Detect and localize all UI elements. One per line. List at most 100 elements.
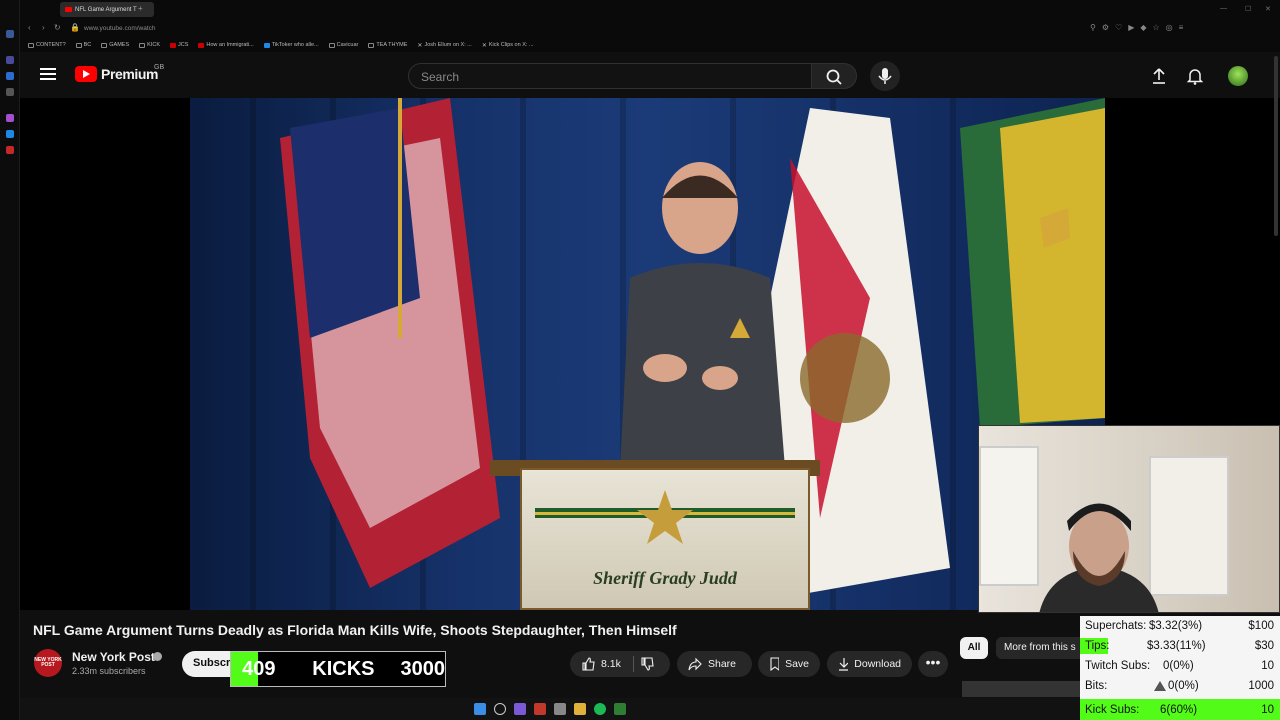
bookmark-item[interactable]: TikToker who alle...	[263, 42, 319, 48]
extension-icons[interactable]: ⚲⚙♡▶◆☆◎≡	[1090, 23, 1189, 32]
like-count[interactable]: 8.1k	[601, 658, 621, 670]
bookmark-item[interactable]: Cavicuar	[328, 42, 358, 48]
new-tab-icon[interactable]: +	[138, 4, 143, 13]
kicks-label: KICKS	[312, 657, 375, 680]
save-button[interactable]: Save	[758, 651, 820, 677]
thumbs-up-icon[interactable]	[581, 657, 595, 671]
search-input[interactable]: Search	[408, 63, 812, 89]
window	[979, 446, 1039, 586]
os-taskbar	[20, 698, 1080, 720]
reload-icon[interactable]: ↻	[54, 23, 61, 32]
microphone-icon	[878, 68, 892, 84]
create-upload-icon[interactable]	[1150, 67, 1168, 90]
folder-icon	[328, 42, 335, 48]
address-bar[interactable]: ‹ › ↻ 🔒 www.youtube.com/watch ⚲⚙♡▶◆☆◎≡	[20, 19, 1280, 38]
sidebar-app-icon[interactable]	[6, 56, 14, 64]
video-frame: Sheriff Grady Judd	[190, 98, 1105, 610]
youtube-favicon-icon	[198, 42, 205, 48]
xbox-icon[interactable]	[614, 703, 626, 715]
kicks-goal-overlay: 409 KICKS 3000	[230, 651, 446, 687]
page-scrollbar[interactable]	[1274, 56, 1278, 236]
streamer-webcam	[978, 425, 1280, 613]
notifications-bell-icon[interactable]	[1186, 67, 1204, 90]
close-icon[interactable]: ✕	[1265, 5, 1271, 13]
bookmark-item[interactable]: GAMES	[101, 42, 129, 48]
bookmark-item[interactable]: ✕ Josh Ellum on X: ...	[417, 42, 471, 49]
thumbs-down-icon[interactable]	[640, 657, 654, 671]
folder-icon	[75, 42, 82, 48]
youtube-favicon-icon	[65, 7, 72, 12]
sheriff-star-emblem	[637, 490, 693, 544]
sidebar-app-icon[interactable]	[6, 88, 14, 96]
channel-avatar[interactable]: NEW YORK POST	[34, 649, 62, 677]
kicks-count: 409	[242, 657, 276, 680]
account-avatar[interactable]	[1228, 66, 1248, 86]
sidebar-app-icon[interactable]	[6, 114, 14, 122]
maximize-icon[interactable]: ☐	[1245, 5, 1251, 13]
more-actions-button[interactable]: •••	[918, 651, 948, 677]
app-icon[interactable]	[554, 703, 566, 715]
chip-all[interactable]: All	[960, 637, 988, 659]
chip-more-from-channel[interactable]: More from this s	[996, 637, 1086, 659]
search-icon	[826, 69, 842, 85]
speaker-figure	[620, 162, 785, 468]
sidebar-app-icon[interactable]	[6, 146, 14, 154]
stat-row-superchats: Superchats: $3.32(3%) $100	[1085, 620, 1274, 632]
start-icon[interactable]	[474, 703, 486, 715]
stat-row-bits: Bits: 0(0%) 1000	[1085, 680, 1274, 692]
bookmark-item[interactable]: KICK	[139, 42, 160, 48]
spotify-icon[interactable]	[594, 703, 606, 715]
browser-sidebar	[0, 0, 20, 720]
share-arrow-icon	[688, 657, 702, 671]
voice-search-button[interactable]	[870, 61, 900, 91]
bookmark-item[interactable]: How an Immigrati...	[198, 42, 254, 48]
bookmark-icon	[770, 657, 780, 671]
logo-text: Premium	[101, 66, 159, 82]
download-button[interactable]: Download	[827, 651, 912, 677]
stat-row-kick-subs: Kick Subs: 6(60%) 10	[1080, 699, 1280, 720]
x-logo-icon: ✕	[481, 42, 487, 49]
url-text[interactable]: www.youtube.com/watch	[84, 25, 156, 32]
like-dislike-group: 8.1k	[570, 651, 670, 677]
folder-icon	[101, 42, 108, 48]
polk-county-sheriff-flag	[960, 98, 1105, 428]
bookmark-item[interactable]: TEA THYME	[368, 42, 407, 48]
sidebar-app-icon[interactable]	[6, 72, 14, 80]
kicks-goal: 3000	[400, 657, 446, 680]
bookmark-item[interactable]: ✕ Kick Clips on X: ...	[482, 42, 534, 49]
share-button[interactable]: Share	[677, 651, 752, 677]
subscriber-count: 2.33m subscribers	[72, 666, 146, 676]
minimize-icon[interactable]: —	[1220, 5, 1227, 12]
discord-icon[interactable]	[514, 703, 526, 715]
recommended-thumbnails[interactable]	[962, 681, 1082, 697]
stat-row-twitch-subs: Twitch Subs: 0(0%) 10	[1085, 660, 1274, 672]
search-button[interactable]	[811, 63, 857, 89]
folder-icon	[139, 42, 146, 48]
bookmarks-bar: CONTENT? BC GAMES KICK JCS How an Immigr…	[20, 38, 1280, 52]
sidebar-app-icon[interactable]	[6, 30, 14, 38]
folder-icon	[368, 42, 375, 48]
video-title: NFL Game Argument Turns Deadly as Florid…	[33, 622, 677, 638]
forward-icon[interactable]: ›	[42, 23, 45, 32]
verified-check-icon	[153, 652, 162, 661]
hamburger-menu-icon[interactable]	[40, 68, 56, 80]
sidebar-app-icon[interactable]	[6, 130, 14, 138]
obs-icon[interactable]	[534, 703, 546, 715]
stat-row-tips: Tips: $3.33(11%) $30	[1080, 636, 1280, 656]
channel-name[interactable]: New York Post	[72, 650, 155, 664]
stream-goals-overlay: Superchats: $3.32(3%) $100 Tips: $3.33(1…	[1080, 616, 1280, 720]
bits-gem-icon	[1154, 680, 1166, 691]
file-explorer-icon[interactable]	[574, 703, 586, 715]
tab-title: NFL Game Argument T	[75, 6, 137, 13]
bookmark-item[interactable]: CONTENT?	[28, 42, 66, 48]
bookmark-item[interactable]: JCS	[170, 42, 188, 48]
youtube-play-icon	[75, 66, 97, 82]
streamer-figure	[1039, 503, 1159, 612]
back-icon[interactable]: ‹	[28, 23, 31, 32]
podium-nameplate: Sheriff Grady Judd	[593, 568, 737, 588]
youtube-logo[interactable]: Premium	[75, 66, 159, 82]
region-code: GB	[154, 64, 165, 71]
search-icon[interactable]	[494, 703, 506, 715]
american-flag	[280, 98, 500, 588]
bookmark-item[interactable]: BC	[75, 42, 91, 48]
